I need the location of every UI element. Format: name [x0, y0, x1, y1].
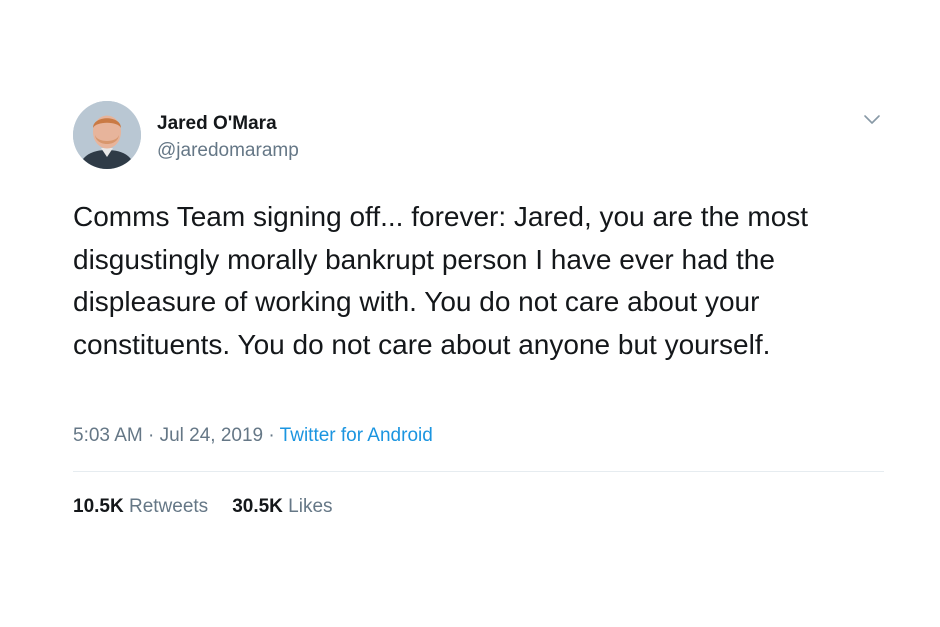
- avatar-image: [73, 101, 141, 169]
- tweet-text: Comms Team signing off... forever: Jared…: [73, 201, 809, 360]
- likes-label: Likes: [282, 496, 333, 517]
- tweet-source-link[interactable]: Twitter for Android: [280, 425, 433, 446]
- divider: [73, 471, 884, 472]
- retweets-label: Retweets: [123, 496, 209, 517]
- tweet-card: Jared O'Mara @jaredomaramp Comms Team si…: [0, 0, 940, 627]
- tweet-stats: 10.5K Retweets 30.5K Likes: [73, 496, 333, 518]
- retweets-count: 10.5K: [73, 496, 124, 517]
- tweet-menu-button[interactable]: [860, 110, 884, 130]
- author-display-name[interactable]: Jared O'Mara: [157, 113, 277, 135]
- likes-count: 30.5K: [232, 496, 283, 517]
- tweet-meta: 5:03 AM · Jul 24, 2019 · Twitter for And…: [73, 425, 433, 447]
- author-handle[interactable]: @jaredomaramp: [157, 140, 299, 162]
- retweets-stat[interactable]: 10.5K Retweets: [73, 496, 208, 518]
- tweet-timestamp[interactable]: 5:03 AM · Jul 24, 2019 ·: [73, 425, 280, 446]
- chevron-down-icon: [864, 115, 880, 124]
- likes-stat[interactable]: 30.5K Likes: [232, 496, 332, 518]
- avatar[interactable]: [73, 101, 141, 169]
